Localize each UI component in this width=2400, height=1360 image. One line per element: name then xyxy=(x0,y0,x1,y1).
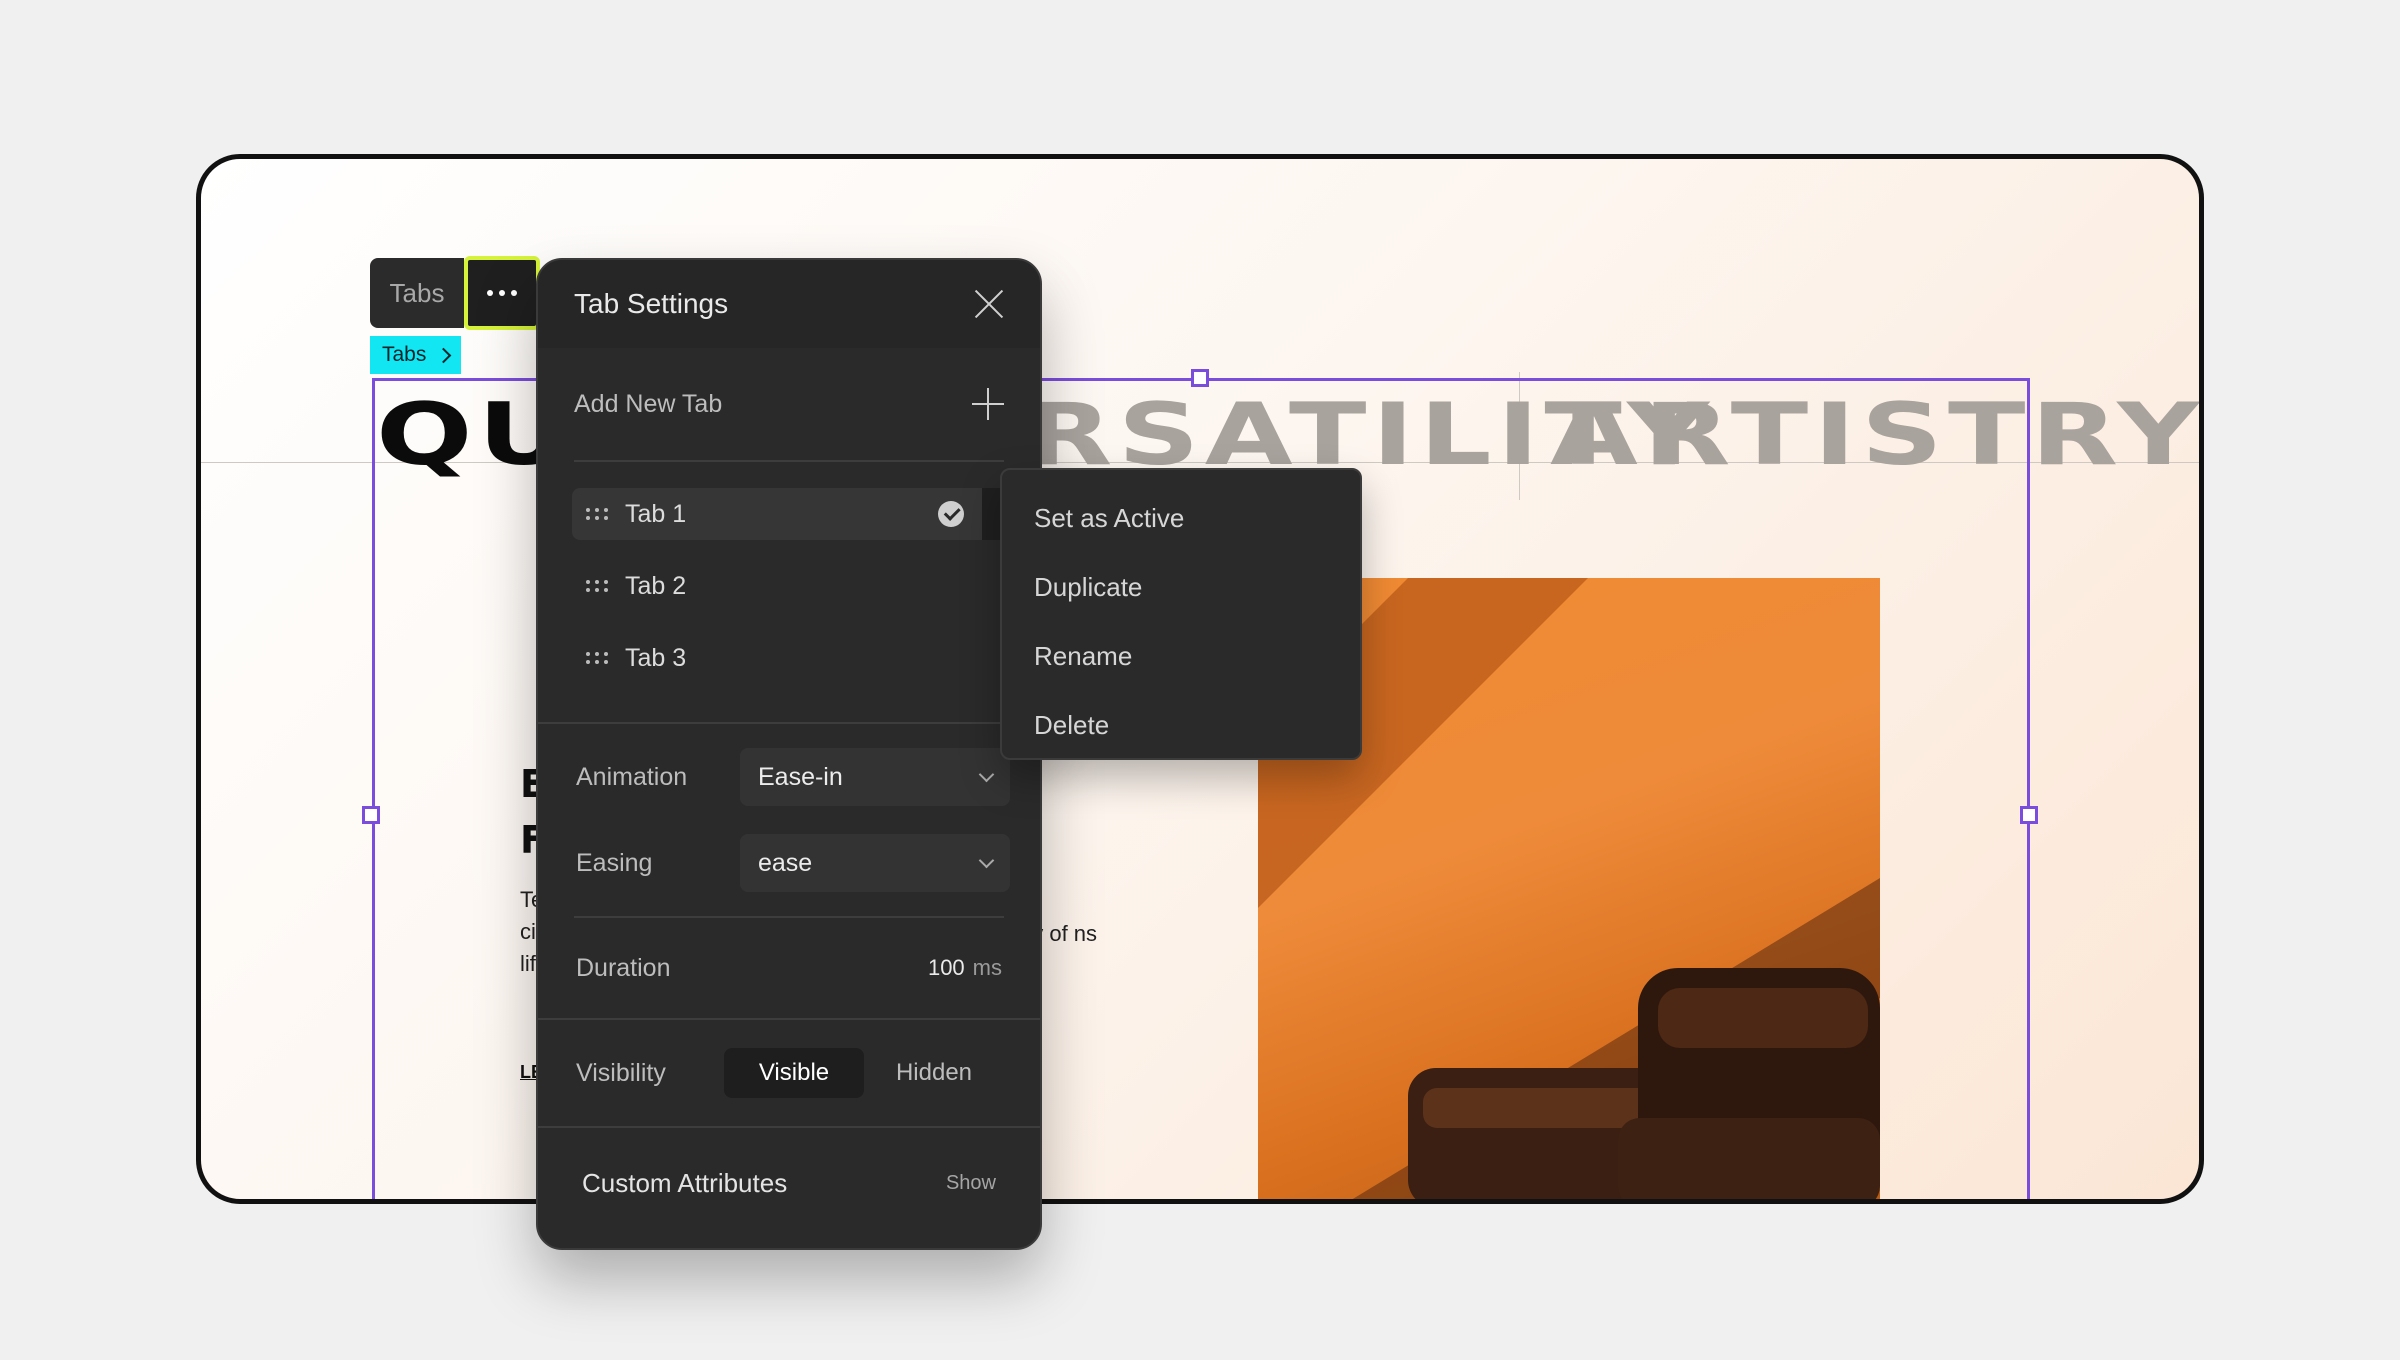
plus-icon[interactable] xyxy=(972,388,1004,420)
menu-item-rename[interactable]: Rename xyxy=(1002,622,1360,691)
custom-attributes-row: Custom Attributes Show xyxy=(538,1128,1040,1238)
tabs-list: Tab 1 Tab 2 Tab 3 xyxy=(538,462,1040,722)
visibility-hidden-option[interactable]: Hidden xyxy=(864,1048,1004,1098)
tab-context-menu: Set as Active Duplicate Rename Delete xyxy=(1000,468,1362,760)
duration-label: Duration xyxy=(576,953,671,982)
resize-handle-top[interactable] xyxy=(1191,369,1209,387)
animation-value: Ease-in xyxy=(758,762,843,791)
menu-item-set-active[interactable]: Set as Active xyxy=(1002,484,1360,553)
animation-settings: Animation Ease-in Easing ease xyxy=(538,724,1040,916)
tab-item-label: Tab 2 xyxy=(625,571,687,600)
menu-item-duplicate[interactable]: Duplicate xyxy=(1002,553,1360,622)
tab-item-2[interactable]: Tab 2 xyxy=(572,560,1010,612)
active-check-icon xyxy=(938,501,964,527)
resize-handle-left[interactable] xyxy=(362,806,380,824)
visibility-toggle: Visible Hidden xyxy=(724,1048,1004,1098)
element-name-label[interactable]: Tabs xyxy=(370,258,464,328)
close-icon[interactable] xyxy=(974,289,1004,319)
visibility-row: Visibility Visible Hidden xyxy=(538,1020,1040,1126)
tab-item-label: Tab 1 xyxy=(625,499,687,528)
animation-select[interactable]: Ease-in xyxy=(740,748,1010,806)
tab-item-label: Tab 3 xyxy=(625,643,687,672)
duration-unit: ms xyxy=(972,955,1002,980)
visibility-visible-option[interactable]: Visible xyxy=(724,1048,864,1098)
duration-field[interactable]: 100 ms xyxy=(928,955,1002,981)
easing-select[interactable]: ease xyxy=(740,834,1010,892)
panel-header: Tab Settings xyxy=(538,260,1040,348)
tab-item-1[interactable]: Tab 1 xyxy=(572,488,1040,540)
add-new-tab-label: Add New Tab xyxy=(574,389,723,418)
animation-label: Animation xyxy=(576,762,688,791)
element-toolbar: Tabs xyxy=(370,256,540,330)
ellipsis-icon[interactable] xyxy=(464,256,540,330)
panel-title: Tab Settings xyxy=(574,288,729,319)
tab-item-3[interactable]: Tab 3 xyxy=(572,632,1010,684)
custom-attributes-label: Custom Attributes xyxy=(582,1167,788,1198)
duration-row: Duration 100 ms xyxy=(538,918,1040,1018)
chevron-down-icon xyxy=(978,766,995,782)
animation-row: Animation Ease-in xyxy=(576,746,1010,808)
custom-attributes-show-button[interactable]: Show xyxy=(946,1172,996,1195)
easing-value: ease xyxy=(758,848,813,877)
drag-handle-icon[interactable] xyxy=(586,652,609,664)
resize-handle-right[interactable] xyxy=(2020,806,2038,824)
chevron-right-icon xyxy=(436,347,452,363)
drag-handle-icon[interactable] xyxy=(586,580,609,592)
easing-row: Easing ease xyxy=(576,832,1010,894)
easing-label: Easing xyxy=(576,848,653,877)
visibility-label: Visibility xyxy=(576,1058,666,1087)
drag-handle-icon[interactable] xyxy=(586,508,609,520)
chevron-down-icon xyxy=(978,852,995,868)
tab-settings-panel: Tab Settings Add New Tab Tab 1 Tab 2 Tab… xyxy=(536,258,1042,1250)
menu-item-delete[interactable]: Delete xyxy=(1002,691,1360,760)
add-new-tab-button[interactable]: Add New Tab xyxy=(538,348,1040,460)
breadcrumb-label: Tabs xyxy=(382,343,427,366)
breadcrumb[interactable]: Tabs xyxy=(370,336,462,374)
duration-value: 100 xyxy=(927,955,965,980)
